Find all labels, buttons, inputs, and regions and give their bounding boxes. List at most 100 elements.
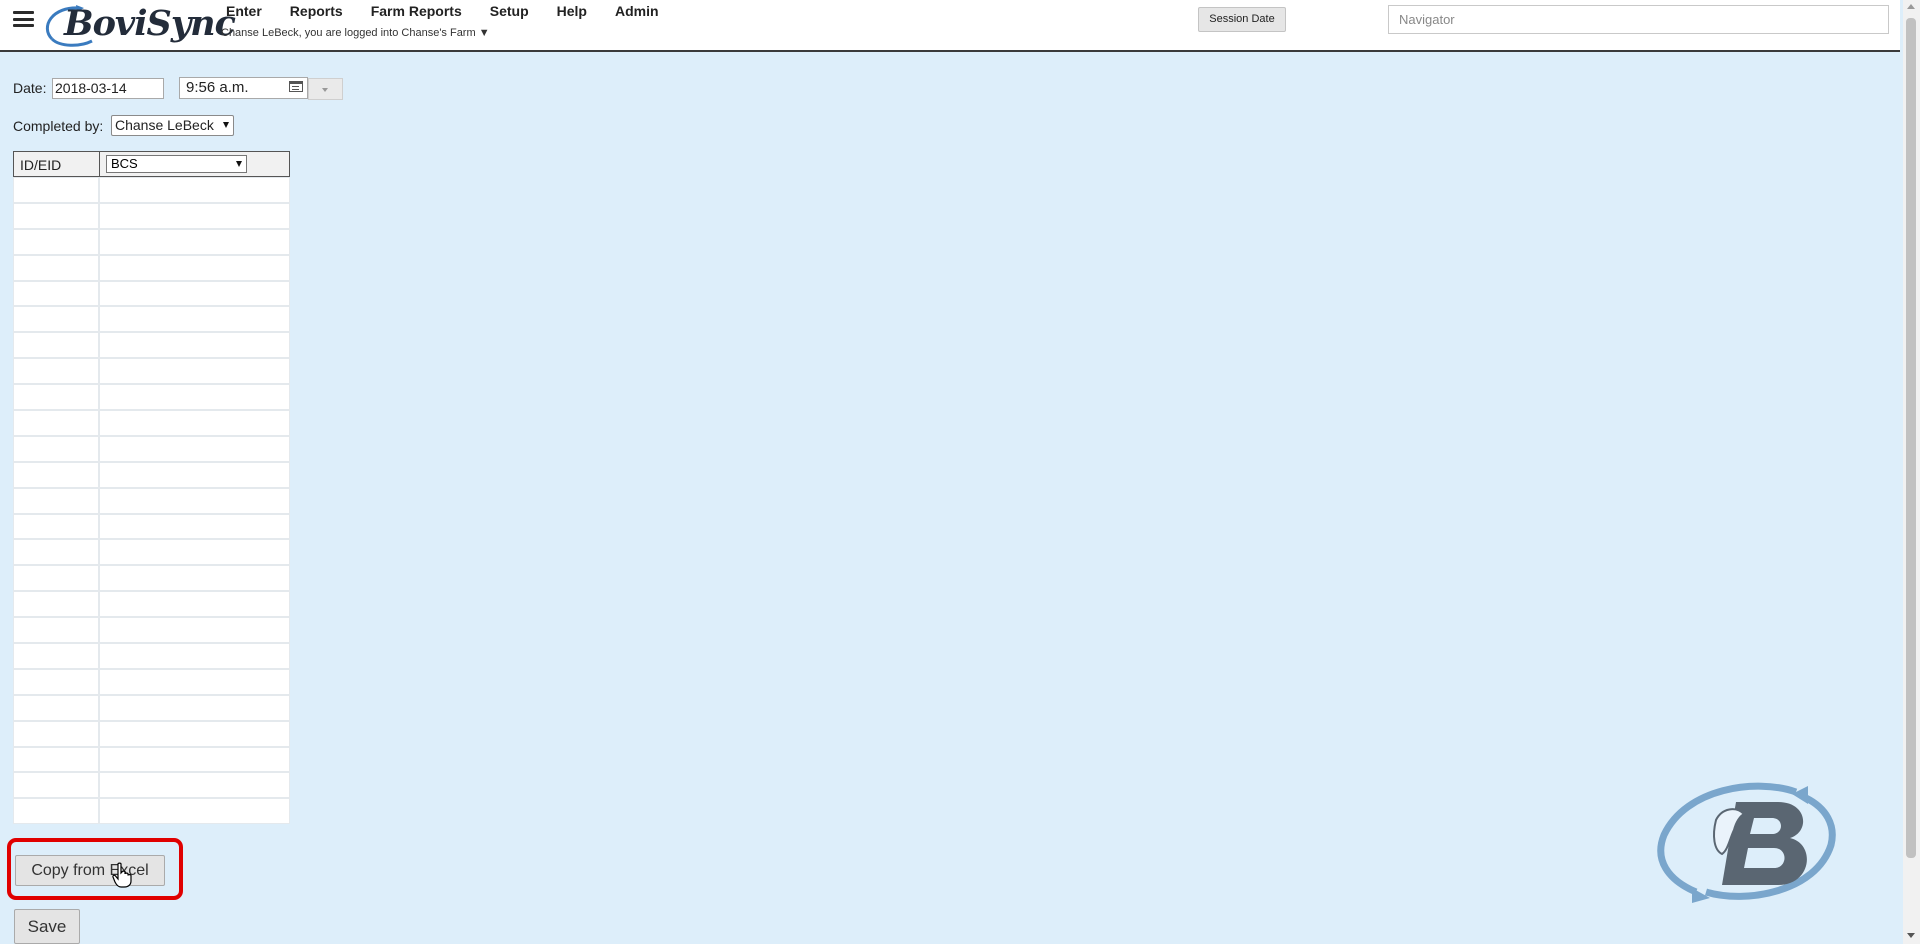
scroll-up-arrow-icon[interactable]	[1907, 4, 1915, 9]
bcs-value-cell[interactable]	[99, 539, 290, 566]
copy-from-excel-button[interactable]: Copy from Excel	[15, 855, 165, 886]
id-eid-cell[interactable]	[13, 565, 99, 592]
id-eid-cell[interactable]	[13, 280, 99, 307]
bcs-value-cell[interactable]	[99, 461, 290, 488]
table-row	[13, 591, 290, 618]
id-eid-cell[interactable]	[13, 358, 99, 385]
id-eid-cell[interactable]	[13, 461, 99, 488]
menu-setup[interactable]: Setup	[490, 3, 529, 19]
id-eid-cell[interactable]	[13, 772, 99, 799]
id-eid-cell[interactable]	[13, 617, 99, 644]
main-menu: Enter Reports Farm Reports Setup Help Ad…	[226, 3, 687, 19]
hand-cursor-icon	[112, 862, 132, 888]
bcs-value-cell[interactable]	[99, 280, 290, 307]
bcs-value-cell[interactable]	[99, 513, 290, 540]
id-eid-cell[interactable]	[13, 384, 99, 411]
id-eid-cell[interactable]	[13, 539, 99, 566]
bcs-value-cell[interactable]	[99, 254, 290, 281]
id-eid-cell[interactable]	[13, 410, 99, 436]
grid-rows	[13, 177, 290, 825]
table-row	[13, 358, 290, 385]
menu-enter[interactable]: Enter	[226, 3, 262, 19]
table-row	[13, 384, 290, 411]
table-row	[13, 202, 290, 229]
chevron-down-icon	[223, 122, 229, 128]
table-row	[13, 332, 290, 359]
bcs-value-cell[interactable]	[99, 772, 290, 799]
clock-picker-icon[interactable]	[289, 81, 303, 92]
table-row	[13, 513, 290, 540]
id-eid-cell[interactable]	[13, 332, 99, 359]
id-eid-cell[interactable]	[13, 202, 99, 229]
bcs-value-cell[interactable]	[99, 332, 290, 359]
id-eid-cell[interactable]	[13, 177, 99, 203]
table-row	[13, 539, 290, 566]
table-row	[13, 798, 290, 825]
table-row	[13, 410, 290, 436]
id-eid-cell[interactable]	[13, 513, 99, 540]
session-date-button[interactable]: Session Date	[1198, 7, 1286, 32]
table-row	[13, 772, 290, 799]
completed-by-label: Completed by:	[13, 118, 104, 134]
menu-farm-reports[interactable]: Farm Reports	[371, 3, 462, 19]
table-row	[13, 280, 290, 307]
hamburger-menu-icon[interactable]	[13, 11, 34, 27]
farm-selector[interactable]: Chanse LeBeck, you are logged into Chans…	[221, 27, 490, 39]
bcs-value-cell[interactable]	[99, 177, 290, 203]
bovisync-logo[interactable]: BoviSync	[40, 1, 236, 49]
bcs-value-cell[interactable]	[99, 720, 290, 747]
scroll-down-arrow-icon[interactable]	[1907, 933, 1915, 938]
table-row	[13, 177, 290, 203]
date-input[interactable]: 2018-03-14	[52, 78, 164, 99]
bcs-value-cell[interactable]	[99, 384, 290, 411]
bcs-value-cell[interactable]	[99, 643, 290, 669]
id-eid-cell[interactable]	[13, 591, 99, 618]
bcs-value-cell[interactable]	[99, 746, 290, 773]
table-row	[13, 306, 290, 333]
id-eid-cell[interactable]	[13, 694, 99, 721]
bcs-value-cell[interactable]	[99, 228, 290, 255]
menu-help[interactable]: Help	[557, 3, 587, 19]
id-eid-cell[interactable]	[13, 643, 99, 669]
bcs-value-cell[interactable]	[99, 306, 290, 333]
table-row	[13, 565, 290, 592]
id-eid-cell[interactable]	[13, 798, 99, 825]
id-eid-cell[interactable]	[13, 435, 99, 462]
bcs-value-cell[interactable]	[99, 694, 290, 721]
menu-admin[interactable]: Admin	[615, 3, 659, 19]
page-scrollbar[interactable]	[1903, 0, 1920, 944]
save-button[interactable]: Save	[14, 909, 80, 944]
date-label: Date:	[13, 80, 47, 96]
id-eid-cell[interactable]	[13, 720, 99, 747]
time-dropdown-button[interactable]	[308, 78, 343, 100]
id-eid-cell[interactable]	[13, 306, 99, 333]
id-eid-cell[interactable]	[13, 487, 99, 514]
completed-by-select[interactable]: Chanse LeBeck	[111, 115, 234, 136]
table-row	[13, 720, 290, 747]
header-divider	[99, 152, 100, 177]
bcs-value-cell[interactable]	[99, 410, 290, 436]
bovisync-watermark-logo-icon	[1657, 782, 1836, 903]
id-eid-cell[interactable]	[13, 254, 99, 281]
bcs-value-cell[interactable]	[99, 565, 290, 592]
bcs-value-cell[interactable]	[99, 798, 290, 825]
bcs-value-cell[interactable]	[99, 435, 290, 462]
bcs-value-cell[interactable]	[99, 668, 290, 695]
id-eid-cell[interactable]	[13, 668, 99, 695]
bcs-value-cell[interactable]	[99, 202, 290, 229]
navigator-input[interactable]: Navigator	[1388, 5, 1889, 34]
id-eid-cell[interactable]	[13, 746, 99, 773]
id-eid-cell[interactable]	[13, 228, 99, 255]
scroll-thumb[interactable]	[1906, 18, 1916, 858]
measurement-select[interactable]: BCS	[106, 155, 247, 173]
bcs-value-cell[interactable]	[99, 487, 290, 514]
bcs-value-cell[interactable]	[99, 591, 290, 618]
menu-reports[interactable]: Reports	[290, 3, 343, 19]
bcs-value-cell[interactable]	[99, 358, 290, 385]
completed-by-value: Chanse LeBeck	[115, 117, 214, 133]
logo-text: BoviSync	[64, 3, 236, 44]
table-row	[13, 435, 290, 462]
table-row	[13, 487, 290, 514]
bcs-value-cell[interactable]	[99, 617, 290, 644]
id-eid-header: ID/EID	[20, 157, 62, 173]
